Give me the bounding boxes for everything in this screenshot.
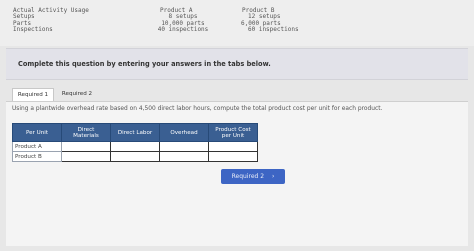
row-label-product-a: Product A: [12, 141, 62, 152]
product-a-direct-materials-input[interactable]: [61, 141, 111, 152]
product-a-product-cost-input[interactable]: [208, 141, 258, 152]
product-a-column: Product A 8 setups 10,000 parts 40 inspe…: [152, 7, 214, 33]
product-b-direct-materials-input[interactable]: [61, 151, 111, 162]
tab-required-1[interactable]: Required 1: [12, 88, 54, 102]
product-a-inspections: 40 inspections: [157, 25, 209, 33]
header-direct-labor: Direct Labor: [110, 123, 160, 142]
product-a-direct-labor-input[interactable]: [110, 141, 160, 152]
next-button-label: Required 2: [231, 173, 265, 180]
tab-required-2[interactable]: Required 2: [56, 88, 98, 101]
activity-label-inspections: Inspections: [13, 25, 53, 33]
table-header-row: Per Unit Direct Materials Direct Labor O…: [12, 123, 258, 142]
row-label-product-b: Product B: [12, 151, 62, 162]
product-b-column: Product B 12 setups 6,000 parts 60 inspe…: [238, 7, 300, 33]
header-product-cost-line2: per Unit: [221, 132, 245, 139]
next-required-2-button[interactable]: Required 2 ›: [221, 169, 285, 184]
instruction-text: Complete this question by entering your …: [18, 60, 271, 68]
table-row-product-b: Product B: [12, 151, 258, 162]
product-b-product-cost-input[interactable]: [208, 151, 258, 162]
question-text: Using a plantwide overhead rate based on…: [12, 106, 383, 112]
header-product-cost: Product Cost per Unit: [208, 123, 258, 142]
instruction-banner: Complete this question by entering your …: [6, 48, 468, 80]
product-b-overhead-input[interactable]: [159, 151, 209, 162]
activity-labels: Actual Activity Usage Setups Parts Inspe…: [13, 7, 89, 33]
header-overhead: Overhead: [159, 123, 209, 142]
header-direct-materials-line2: Materials: [73, 132, 99, 139]
product-a-overhead-input[interactable]: [159, 141, 209, 152]
table-row-product-a: Product A: [12, 141, 258, 152]
cost-table: Per Unit Direct Materials Direct Labor O…: [12, 123, 258, 162]
product-b-inspections: 60 inspections: [248, 25, 299, 33]
product-b-direct-labor-input[interactable]: [110, 151, 160, 162]
header-per-unit: Per Unit: [12, 123, 62, 142]
activity-usage-section: Actual Activity Usage Setups Parts Inspe…: [0, 0, 474, 46]
chevron-right-icon: ›: [271, 173, 275, 180]
header-direct-materials: Direct Materials: [61, 123, 111, 142]
